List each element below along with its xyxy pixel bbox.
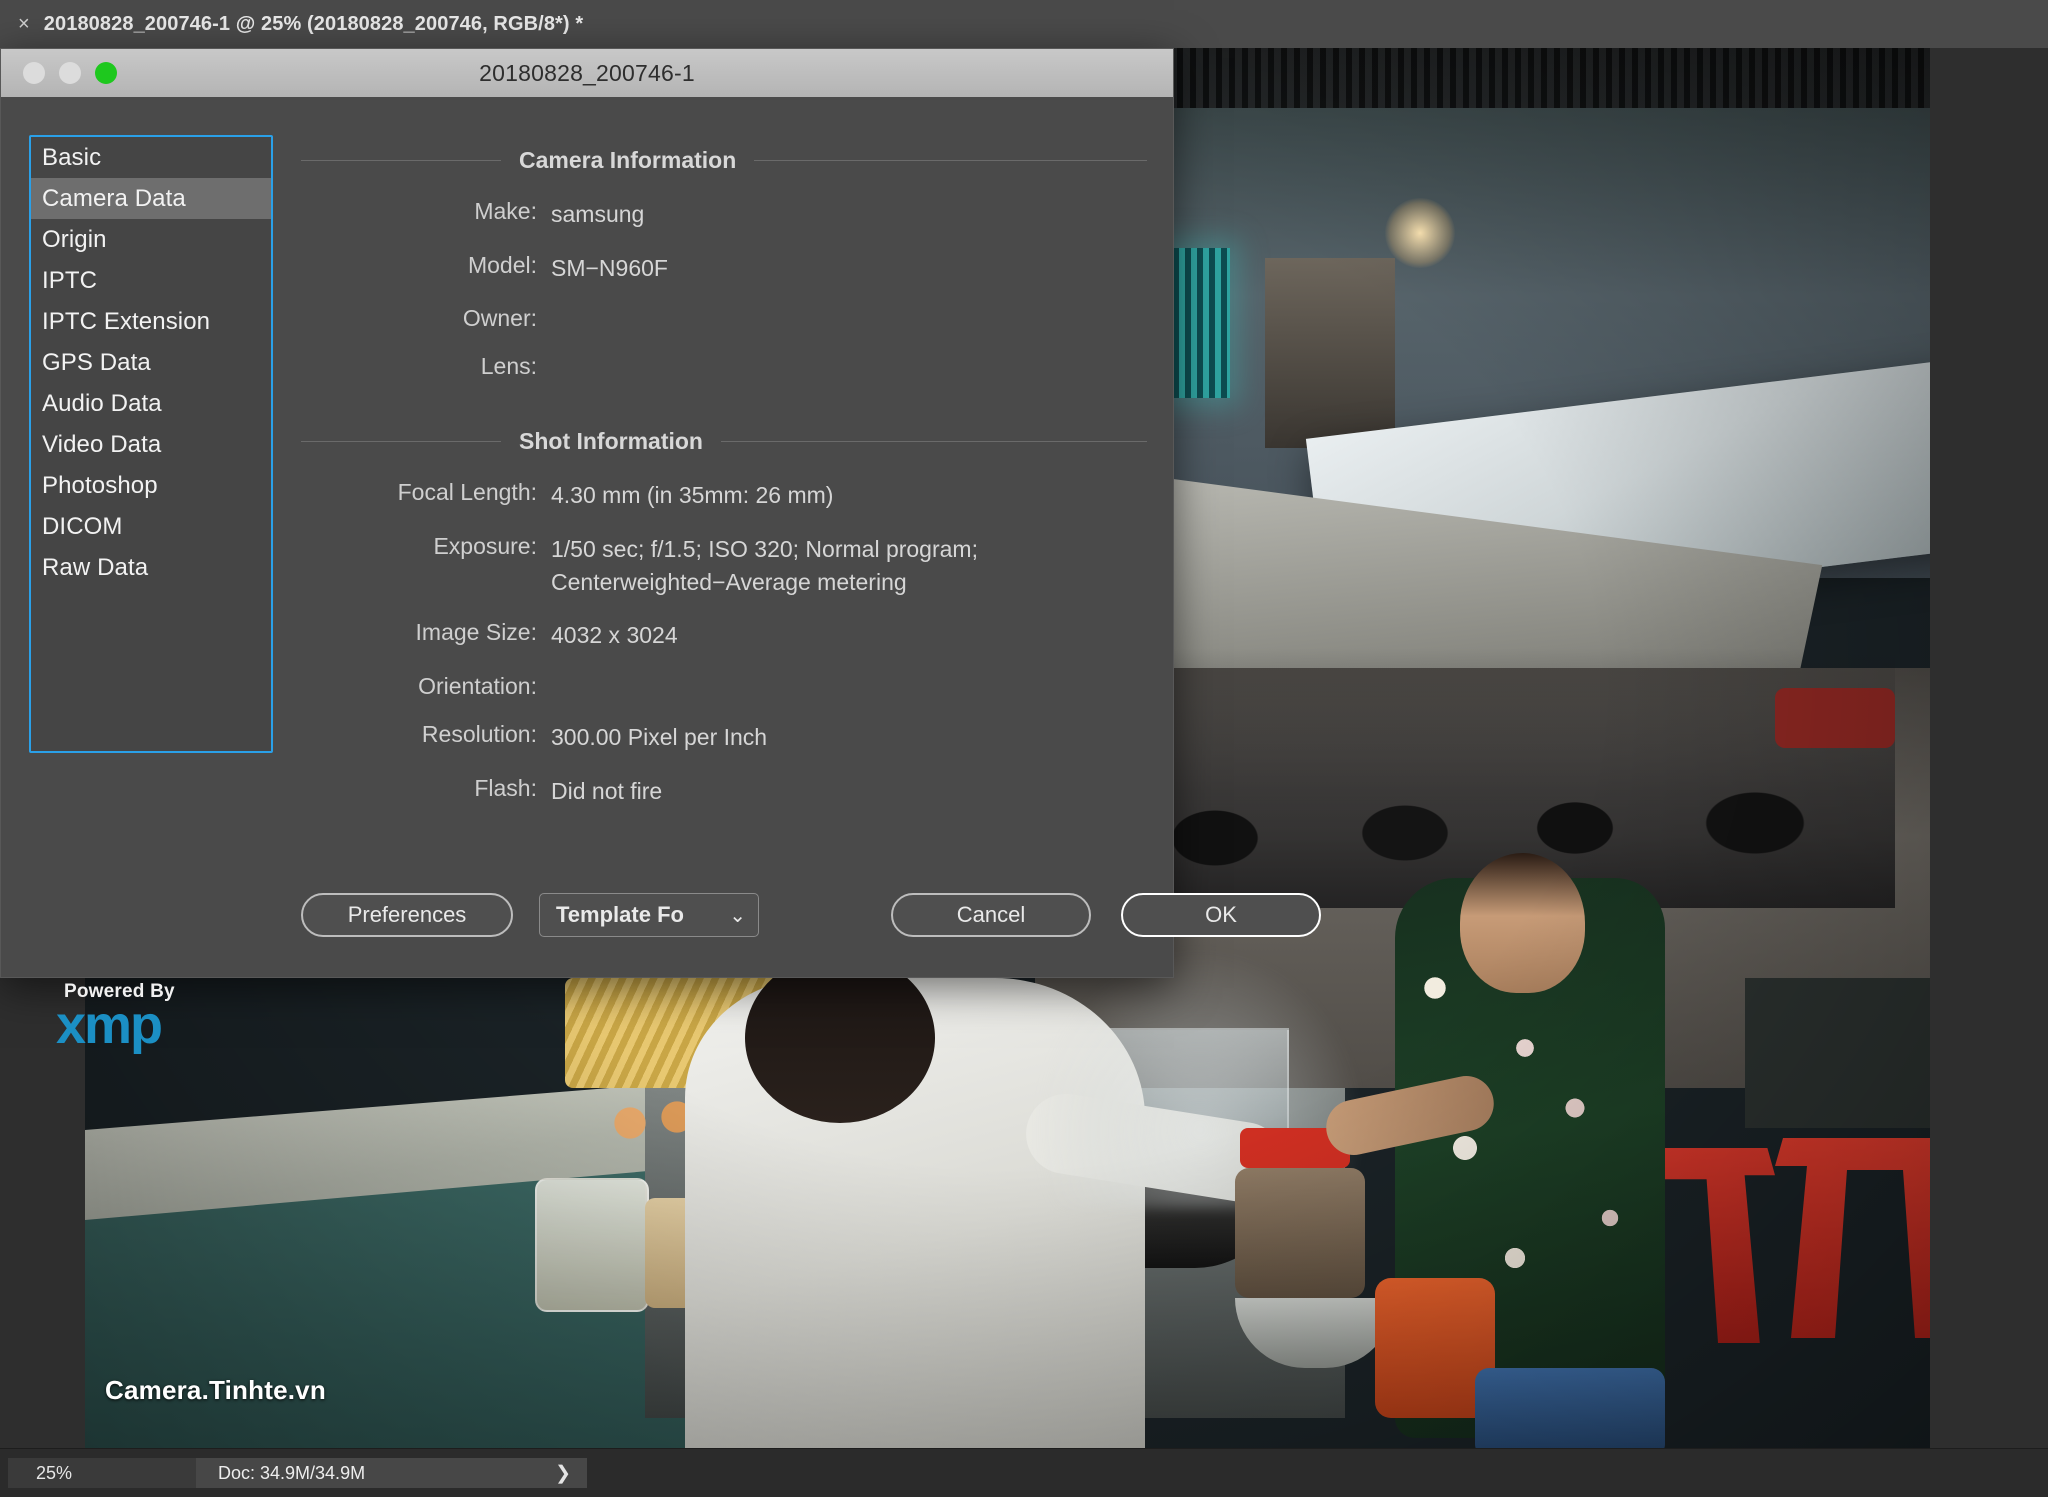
- cancel-button-label: Cancel: [956, 902, 1026, 927]
- dialog-title-bar[interactable]: 20180828_200746-1: [1, 49, 1173, 98]
- sidebar-item-label: Audio Data: [42, 389, 162, 417]
- field-resolution: Resolution: 300.00 Pixel per Inch: [301, 721, 1147, 754]
- photo-watermark: Camera.Tinhte.vn: [105, 1375, 326, 1405]
- document-tab[interactable]: × 20180828_200746-1 @ 25% (20180828_2007…: [0, 0, 608, 48]
- file-info-dialog: 20180828_200746-1 Basic Camera Data Orig…: [0, 48, 1321, 1052]
- dialog-body: Basic Camera Data Origin IPTC IPTC Exten…: [1, 97, 1321, 1052]
- dialog-title: 20180828_200746-1: [479, 59, 695, 86]
- rule-left: [301, 441, 501, 443]
- field-model: Model: SM−N960F: [301, 252, 1147, 285]
- photo-red-stool-right: [1775, 1138, 1930, 1338]
- field-label: Orientation:: [418, 672, 537, 699]
- metadata-pane: Camera Information Make: samsung Model: …: [301, 125, 1147, 887]
- field-label: Focal Length:: [397, 479, 537, 506]
- photo-dark-table: [1745, 978, 1930, 1128]
- rule-right: [754, 160, 1147, 161]
- status-bar: 25% Doc: 34.9M/34.9M ❯: [0, 1448, 2048, 1497]
- sidebar-item-label: DICOM: [42, 512, 123, 540]
- camera-information-heading: Camera Information: [301, 147, 1147, 174]
- dialog-footer: Preferences Template Fo ⌄ Cancel OK: [1, 893, 1321, 943]
- field-value[interactable]: 1/50 sec; f/1.5; ISO 320; Normal program…: [551, 533, 978, 598]
- field-orientation: Orientation:: [301, 673, 1147, 700]
- field-make: Make: samsung: [301, 198, 1147, 231]
- section-title: Camera Information: [519, 147, 737, 173]
- sidebar-item-video-data[interactable]: Video Data: [31, 424, 271, 465]
- sidebar-item-dicom[interactable]: DICOM: [31, 506, 271, 547]
- rule-left: [301, 160, 501, 161]
- sidebar-item-iptc-extension[interactable]: IPTC Extension: [31, 301, 271, 342]
- field-label: Resolution:: [421, 720, 537, 747]
- photo-blue-bag: [1475, 1368, 1665, 1448]
- cancel-button[interactable]: Cancel: [891, 893, 1091, 937]
- sidebar-item-label: IPTC: [42, 266, 98, 294]
- sidebar-item-gps-data[interactable]: GPS Data: [31, 342, 271, 383]
- template-folder-dropdown[interactable]: Template Fo ⌄: [539, 893, 759, 937]
- photo-cook-head: [745, 953, 935, 1123]
- field-value[interactable]: samsung: [551, 198, 644, 231]
- sidebar-item-label: Camera Data: [42, 184, 186, 212]
- field-label: Exposure:: [433, 532, 537, 559]
- field-exposure: Exposure: 1/50 sec; f/1.5; ISO 320; Norm…: [301, 533, 1147, 598]
- field-label: Lens:: [480, 353, 537, 380]
- field-label: Image Size:: [415, 619, 537, 646]
- metadata-category-list[interactable]: Basic Camera Data Origin IPTC IPTC Exten…: [29, 135, 273, 753]
- preferences-button-label: Preferences: [347, 902, 467, 927]
- photo-clay-pot: [1235, 1168, 1365, 1298]
- field-focal-length: Focal Length: 4.30 mm (in 35mm: 26 mm): [301, 479, 1147, 512]
- sidebar-item-label: Photoshop: [42, 471, 158, 499]
- rule-right: [720, 441, 1147, 443]
- photo-doorway: [1265, 258, 1395, 448]
- sidebar-item-label: Raw Data: [42, 553, 149, 581]
- sidebar-item-origin[interactable]: Origin: [31, 219, 271, 260]
- photo-lamp-glow: [1385, 198, 1455, 268]
- sidebar-item-label: Basic: [42, 143, 102, 171]
- preferences-button[interactable]: Preferences: [301, 893, 513, 937]
- sidebar-item-basic[interactable]: Basic: [31, 137, 271, 178]
- photo-woman-head: [1460, 853, 1585, 993]
- field-label: Owner:: [462, 305, 537, 332]
- sidebar-item-photoshop[interactable]: Photoshop: [31, 465, 271, 506]
- field-flash: Flash: Did not fire: [301, 775, 1147, 808]
- chevron-down-icon[interactable]: ⌄: [729, 903, 746, 928]
- shot-information-heading: Shot Information: [301, 428, 1147, 455]
- field-value[interactable]: SM−N960F: [551, 252, 668, 285]
- sidebar-item-camera-data[interactable]: Camera Data: [31, 178, 271, 219]
- sidebar-item-raw-data[interactable]: Raw Data: [31, 547, 271, 588]
- xmp-logo: xmp: [56, 995, 163, 1055]
- template-dropdown-label: Template Fo: [556, 902, 684, 927]
- close-icon[interactable]: ×: [18, 14, 30, 34]
- sidebar-item-label: GPS Data: [42, 348, 151, 376]
- section-title: Shot Information: [519, 428, 703, 455]
- document-tab-bar: × 20180828_200746-1 @ 25% (20180828_2007…: [0, 0, 2048, 49]
- document-info[interactable]: Doc: 34.9M/34.9M ❯: [196, 1458, 587, 1488]
- xmp-badge: Powered By xmp: [56, 981, 236, 1055]
- doc-size-label: Doc: 34.9M/34.9M: [218, 1462, 366, 1483]
- photo-red-seat: [1775, 688, 1895, 748]
- document-tab-label: 20180828_200746-1 @ 25% (20180828_200746…: [43, 12, 584, 35]
- field-label: Flash:: [474, 774, 537, 801]
- sidebar-item-iptc[interactable]: IPTC: [31, 260, 271, 301]
- field-value[interactable]: 4032 x 3024: [551, 619, 678, 652]
- sidebar-item-label: Origin: [42, 225, 107, 253]
- ok-button[interactable]: OK: [1121, 893, 1321, 937]
- zoom-level-field[interactable]: 25%: [8, 1458, 196, 1488]
- field-value[interactable]: 300.00 Pixel per Inch: [551, 721, 767, 754]
- photoshop-app-window: × 20180828_200746-1 @ 25% (20180828_2007…: [0, 0, 2048, 1497]
- field-label: Model:: [467, 251, 537, 278]
- field-lens: Lens:: [301, 353, 1147, 380]
- field-label: Make:: [474, 198, 537, 224]
- sidebar-item-audio-data[interactable]: Audio Data: [31, 383, 271, 424]
- sidebar-item-label: IPTC Extension: [42, 307, 211, 335]
- field-value[interactable]: Did not fire: [551, 775, 662, 808]
- sidebar-item-label: Video Data: [42, 430, 162, 458]
- field-image-size: Image Size: 4032 x 3024: [301, 619, 1147, 652]
- field-value[interactable]: 4.30 mm (in 35mm: 26 mm): [551, 479, 833, 512]
- field-owner: Owner:: [301, 305, 1147, 332]
- ok-button-label: OK: [1205, 902, 1237, 927]
- photo-glass-jar: [535, 1178, 649, 1312]
- chevron-right-icon[interactable]: ❯: [555, 1462, 571, 1485]
